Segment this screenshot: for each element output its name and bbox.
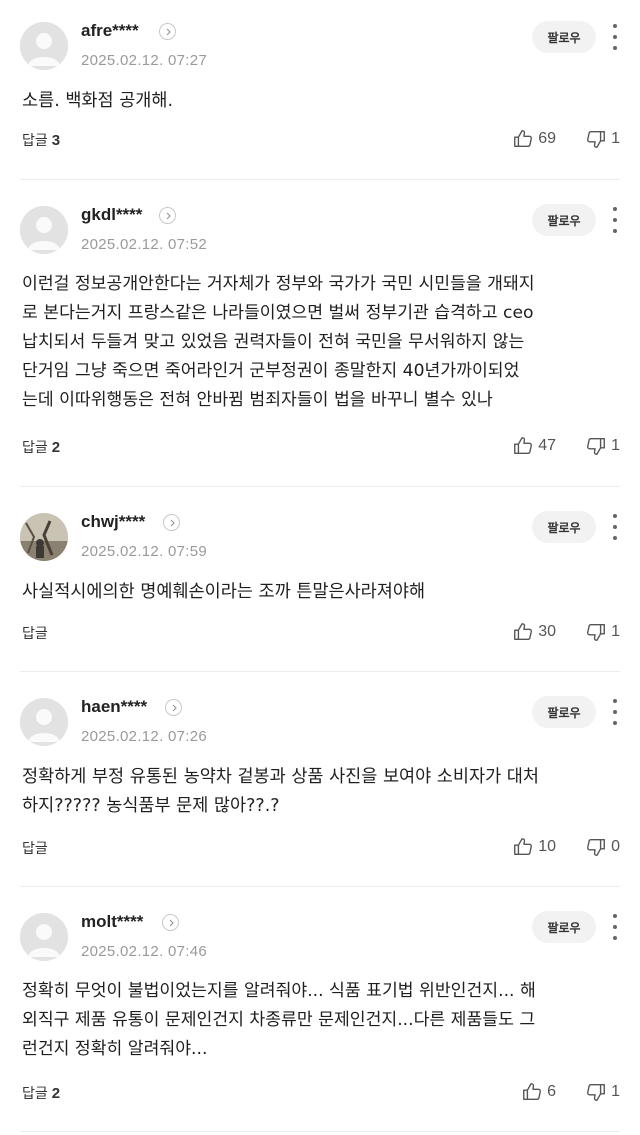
thumbs-up-icon: [514, 130, 533, 148]
vertical-ellipsis-icon[interactable]: [610, 914, 620, 940]
comment-username[interactable]: molt****: [81, 912, 143, 932]
dislike-button[interactable]: 0: [585, 836, 620, 858]
comment-text: 소름. 백화점 공개해.: [22, 91, 174, 111]
vertical-ellipsis-icon[interactable]: [610, 207, 620, 233]
thumbs-up-icon: [523, 1083, 542, 1101]
comment-footer: 답글 30 1: [20, 623, 620, 647]
follow-button[interactable]: 팔로우: [532, 204, 596, 236]
reply-label: 답글: [22, 1086, 48, 1102]
like-button[interactable]: 47: [512, 435, 556, 457]
follow-button[interactable]: 팔로우: [532, 21, 596, 53]
dislike-button[interactable]: 1: [585, 621, 620, 643]
avatar[interactable]: [20, 698, 68, 746]
avatar[interactable]: [20, 206, 68, 254]
thumbs-down-icon: [587, 838, 606, 856]
comment-item: gkdl**** 2025.02.12. 07:52 팔로우 이런걸 정보공개안…: [20, 180, 620, 487]
reply-link[interactable]: 답글: [22, 623, 52, 643]
comment-username[interactable]: gkdl****: [81, 205, 142, 225]
like-count: 69: [538, 130, 556, 147]
comment-footer: 답글 3 69 1: [20, 130, 620, 154]
avatar[interactable]: [20, 513, 68, 561]
dislike-button[interactable]: 1: [585, 435, 620, 457]
chevron-right-icon[interactable]: [159, 23, 176, 40]
comment-item: afre**** 2025.02.12. 07:27 팔로우 소름. 백화점 공…: [20, 0, 620, 180]
thumbs-down-icon: [587, 130, 606, 148]
comment-list: afre**** 2025.02.12. 07:27 팔로우 소름. 백화점 공…: [0, 0, 640, 1132]
default-avatar-icon: [20, 913, 68, 961]
follow-button[interactable]: 팔로우: [532, 511, 596, 543]
comment-footer: 답글 10 0: [20, 838, 620, 862]
like-button[interactable]: 6: [521, 1081, 556, 1103]
dislike-count: 1: [611, 130, 620, 147]
dislike-count: 1: [611, 1083, 620, 1100]
comment-text: 사실적시에의한 명예훼손이라는 조까 튼말은사라져야해: [22, 582, 426, 602]
follow-button[interactable]: 팔로우: [532, 696, 596, 728]
comment-item: haen**** 2025.02.12. 07:26 팔로우 정확하게 부정 유…: [20, 672, 620, 887]
photo-avatar-icon: [20, 513, 68, 561]
comment-timestamp: 2025.02.12. 07:27: [81, 52, 208, 69]
like-count: 10: [538, 838, 556, 855]
dislike-button[interactable]: 1: [585, 128, 620, 150]
chevron-right-icon[interactable]: [159, 207, 176, 224]
reply-link[interactable]: 답글: [22, 838, 52, 858]
like-button[interactable]: 10: [512, 836, 556, 858]
reply-label: 답글: [22, 841, 48, 857]
reply-link[interactable]: 답글 3: [22, 130, 60, 150]
comment-footer: 답글 2 6 1: [20, 1083, 620, 1107]
reply-label: 답글: [22, 440, 48, 456]
chevron-right-icon[interactable]: [163, 514, 180, 531]
comment-timestamp: 2025.02.12. 07:52: [81, 236, 208, 253]
default-avatar-icon: [20, 698, 68, 746]
comment-item: chwj**** 2025.02.12. 07:59 팔로우 사실적시에의한 명…: [20, 487, 620, 672]
dislike-count: 0: [611, 838, 620, 855]
thumbs-down-icon: [587, 1083, 606, 1101]
reply-count: 2: [51, 438, 61, 456]
thumbs-down-icon: [587, 623, 606, 641]
default-avatar-icon: [20, 22, 68, 70]
like-count: 47: [538, 437, 556, 454]
comment-text: 정확하게 부정 유통된 농약차 겉봉과 상품 사진을 보여야 소비자가 대처 하…: [22, 767, 539, 816]
default-avatar-icon: [20, 206, 68, 254]
comment-text: 이런걸 정보공개안한다는 거자체가 정부와 국가가 국민 시민들을 개돼지 로 …: [22, 274, 535, 410]
avatar[interactable]: [20, 22, 68, 70]
dislike-button[interactable]: 1: [585, 1081, 620, 1103]
vertical-ellipsis-icon[interactable]: [610, 699, 620, 725]
comment-timestamp: 2025.02.12. 07:26: [81, 728, 208, 745]
thumbs-up-icon: [514, 838, 533, 856]
dislike-count: 1: [611, 623, 620, 640]
follow-button[interactable]: 팔로우: [532, 911, 596, 943]
comment-footer: 답글 2 47 1: [20, 437, 620, 461]
dislike-count: 1: [611, 437, 620, 454]
comment-timestamp: 2025.02.12. 07:59: [81, 543, 208, 560]
thumbs-up-icon: [514, 623, 533, 641]
comment-timestamp: 2025.02.12. 07:46: [81, 943, 208, 960]
chevron-right-icon[interactable]: [162, 914, 179, 931]
like-count: 30: [538, 623, 556, 640]
thumbs-down-icon: [587, 437, 606, 455]
reply-count: 3: [51, 131, 61, 149]
comment-username[interactable]: haen****: [81, 697, 147, 717]
vertical-ellipsis-icon[interactable]: [610, 24, 620, 50]
avatar[interactable]: [20, 913, 68, 961]
thumbs-up-icon: [514, 437, 533, 455]
comment-item: molt**** 2025.02.12. 07:46 팔로우 정확히 무엇이 불…: [20, 887, 620, 1132]
chevron-right-icon[interactable]: [165, 699, 182, 716]
comment-text: 정확히 무엇이 불법이었는지를 알려줘야... 식품 표기법 위반인건지... …: [22, 981, 536, 1059]
comment-username[interactable]: afre****: [81, 21, 139, 41]
reply-link[interactable]: 답글 2: [22, 437, 60, 457]
reply-label: 답글: [22, 626, 48, 642]
reply-label: 답글: [22, 133, 48, 149]
like-count: 6: [547, 1083, 556, 1100]
comment-username[interactable]: chwj****: [81, 512, 145, 532]
reply-link[interactable]: 답글 2: [22, 1083, 60, 1103]
like-button[interactable]: 30: [512, 621, 556, 643]
reply-count: 2: [51, 1084, 61, 1102]
like-button[interactable]: 69: [512, 128, 556, 150]
vertical-ellipsis-icon[interactable]: [610, 514, 620, 540]
